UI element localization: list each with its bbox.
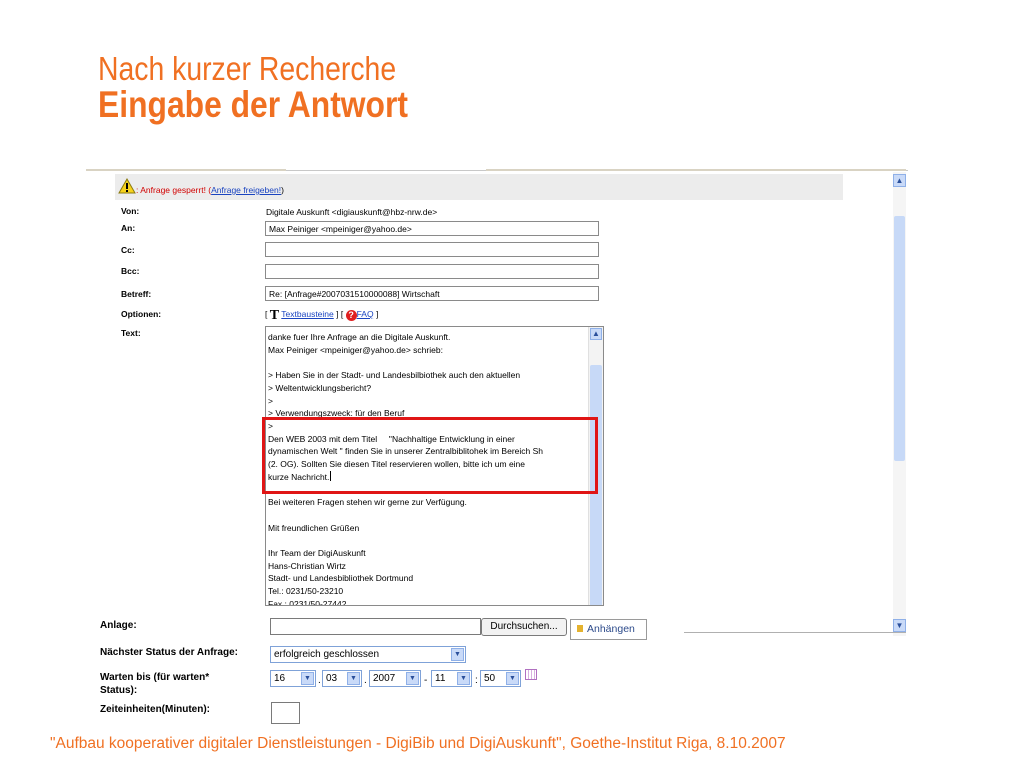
slide-title-line1: Nach kurzer Recherche bbox=[98, 50, 397, 87]
message-line: Fax : 0231/50-27442 bbox=[268, 598, 347, 606]
faq-link[interactable]: FAQ bbox=[357, 309, 374, 319]
message-line: > bbox=[268, 395, 273, 406]
message-line: Max Peiniger <mpeiniger@yahoo.de> schrie… bbox=[268, 344, 443, 355]
to-label: An: bbox=[121, 223, 136, 233]
wait-year-select[interactable]: 2007 ▼ bbox=[369, 670, 421, 687]
attach-button-label: Anhängen bbox=[587, 623, 635, 635]
attach-button[interactable]: Anhängen bbox=[570, 619, 647, 640]
attachment-label: Anlage: bbox=[100, 620, 137, 631]
wait-month-select[interactable]: 03 ▼ bbox=[322, 670, 362, 687]
scroll-up-arrow-icon[interactable]: ▲ bbox=[893, 174, 906, 187]
from-value: Digitale Auskunft <digiauskunft@hbz-nrw.… bbox=[266, 207, 438, 217]
next-status-value: erfolgreich geschlossen bbox=[274, 649, 380, 660]
text-label: Text: bbox=[121, 328, 141, 338]
wait-hour-value: 11 bbox=[435, 673, 446, 684]
message-line bbox=[268, 534, 590, 547]
message-line bbox=[268, 509, 590, 522]
bcc-label: Bcc: bbox=[121, 266, 140, 276]
attachment-file-input[interactable] bbox=[270, 618, 481, 635]
wait-day-value: 16 bbox=[274, 673, 286, 684]
dropdown-arrow-icon[interactable]: ▼ bbox=[506, 672, 519, 685]
message-line: Stadt- und Landesbibliothek Dortmund bbox=[268, 573, 414, 584]
wait-until-label: Warten bis (für warten* Status): bbox=[100, 672, 210, 696]
dropdown-arrow-icon[interactable]: ▼ bbox=[301, 672, 314, 685]
page-scroll-thumb[interactable] bbox=[894, 216, 905, 461]
dropdown-arrow-icon[interactable]: ▼ bbox=[347, 672, 360, 685]
message-line: Mit freundlichen Grüßen bbox=[268, 522, 360, 533]
divider bbox=[684, 632, 906, 633]
dropdown-arrow-icon[interactable]: ▼ bbox=[451, 648, 464, 661]
date-separator: . bbox=[364, 675, 367, 686]
slide-title-line2: Eingabe der Antwort bbox=[98, 84, 408, 125]
cc-field[interactable] bbox=[265, 242, 599, 257]
options-links: [ T Textbausteine ] [ ? FAQ ] bbox=[265, 308, 378, 324]
help-icon[interactable]: ? bbox=[345, 310, 357, 321]
message-line: > Weltentwicklungsbericht? bbox=[268, 382, 372, 393]
warning-icon bbox=[118, 178, 136, 194]
lock-status-label: : Anfrage gesperrt! ( bbox=[136, 185, 212, 195]
message-line: Tel.: 0231/50-23210 bbox=[268, 586, 344, 597]
message-line: danke fuer Ihre Anfrage an die Digitale … bbox=[268, 332, 451, 342]
browse-button[interactable]: Durchsuchen... bbox=[481, 618, 567, 636]
next-status-select[interactable]: erfolgreich geschlossen ▼ bbox=[270, 646, 466, 663]
to-field[interactable]: Max Peiniger <mpeiniger@yahoo.de> bbox=[265, 221, 599, 236]
message-line: Ihr Team der DigiAuskunft bbox=[268, 547, 366, 558]
message-line: Hans-Christian Wirtz bbox=[268, 560, 346, 571]
release-request-link[interactable]: Anfrage freigeben! bbox=[211, 185, 281, 195]
next-status-label: Nächster Status der Anfrage: bbox=[100, 647, 238, 658]
time-separator: : bbox=[475, 675, 478, 686]
message-line: Bei weiteren Fragen stehen wir gerne zur… bbox=[268, 497, 467, 508]
wait-month-value: 03 bbox=[326, 673, 338, 684]
wait-minute-select[interactable]: 50 ▼ bbox=[480, 670, 521, 687]
screenshot-top-border-right bbox=[486, 169, 906, 171]
options-label: Optionen: bbox=[121, 309, 162, 319]
subject-field[interactable]: Re: [Anfrage#2007031510000088] Wirtschaf… bbox=[265, 286, 599, 301]
attach-icon bbox=[577, 625, 583, 632]
date-time-separator: - bbox=[424, 675, 428, 686]
options-bracket-close: ] bbox=[373, 309, 379, 319]
wait-day-select[interactable]: 16 ▼ bbox=[270, 670, 316, 687]
time-units-input[interactable] bbox=[271, 702, 300, 724]
message-line bbox=[268, 356, 590, 369]
wait-minute-value: 50 bbox=[484, 673, 496, 684]
screenshot-top-border-left bbox=[86, 169, 286, 171]
scroll-down-arrow-icon[interactable]: ▼ bbox=[893, 619, 906, 632]
lock-status-close: ) bbox=[281, 185, 284, 195]
wait-hour-select[interactable]: 11 ▼ bbox=[431, 670, 472, 687]
bcc-field[interactable] bbox=[265, 264, 599, 279]
calendar-icon[interactable] bbox=[525, 669, 537, 680]
dropdown-arrow-icon[interactable]: ▼ bbox=[406, 672, 419, 685]
options-bracket-mid: ] [ bbox=[333, 309, 346, 319]
page-scrollbar[interactable]: ▲ ▼ bbox=[893, 172, 906, 636]
message-lines-after: Bei weiteren Fragen stehen wir gerne zur… bbox=[268, 483, 590, 606]
subject-label: Betreff: bbox=[121, 289, 152, 299]
time-units-label: Zeiteinheiten(Minuten): bbox=[100, 704, 210, 715]
dropdown-arrow-icon[interactable]: ▼ bbox=[457, 672, 470, 685]
scroll-up-arrow-icon[interactable]: ▲ bbox=[590, 328, 602, 340]
from-label: Von: bbox=[121, 206, 140, 216]
cc-label: Cc: bbox=[121, 245, 135, 255]
slide-footer: "Aufbau kooperativer digitaler Dienstlei… bbox=[50, 735, 786, 752]
wait-year-value: 2007 bbox=[373, 673, 396, 684]
highlight-box bbox=[262, 417, 598, 494]
slide-title: Nach kurzer Recherche Eingabe der Antwor… bbox=[98, 52, 458, 123]
lock-status-text: : Anfrage gesperrt! (Anfrage freigeben!) bbox=[136, 185, 284, 195]
date-separator: . bbox=[318, 675, 321, 686]
textbausteine-link[interactable]: Textbausteine bbox=[281, 309, 333, 319]
text-template-icon[interactable]: T bbox=[270, 308, 279, 323]
message-line: > Haben Sie in der Stadt- und Landesbilb… bbox=[268, 370, 521, 381]
